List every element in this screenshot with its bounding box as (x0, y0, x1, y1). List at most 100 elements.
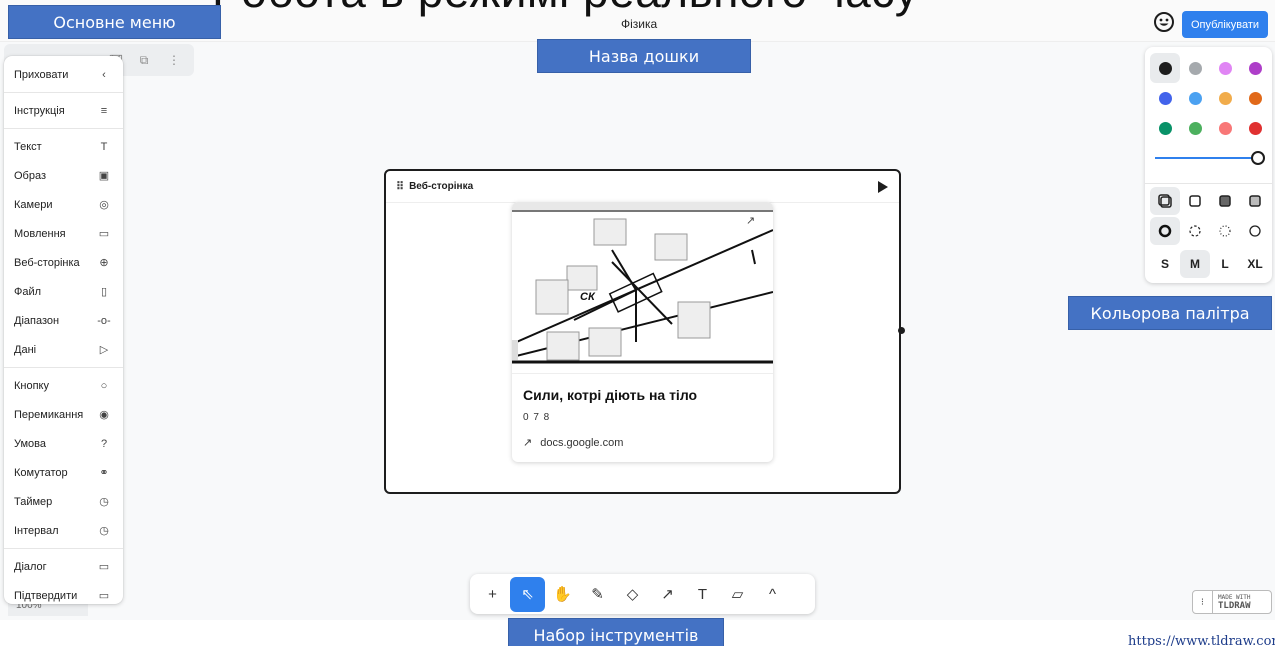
menu-item[interactable]: Умова? (4, 429, 123, 458)
hand-tool-icon[interactable]: ✋ (545, 577, 580, 612)
menu-item-label: Мовлення (14, 227, 66, 240)
color-swatch[interactable] (1210, 83, 1240, 113)
more-icon[interactable]: ⋮ (166, 53, 182, 67)
tldraw-label: TLDRAW (1218, 601, 1251, 611)
note-tool-icon[interactable]: ▱ (720, 577, 755, 612)
color-swatch[interactable] (1240, 83, 1270, 113)
open-external-icon[interactable]: ↗ (746, 214, 755, 227)
menu-item[interactable]: Приховати ‹ (4, 60, 123, 89)
menu-item[interactable]: Перемикання ◉ (4, 400, 123, 429)
list-icon: ≡ (100, 104, 108, 117)
menu-item[interactable]: Підтвердити ▭ (4, 581, 123, 610)
draw-tool-icon[interactable]: ✎ (580, 577, 615, 612)
color-dot (1158, 91, 1172, 105)
color-swatch[interactable] (1210, 113, 1240, 143)
color-swatch[interactable] (1210, 53, 1240, 83)
callout-color-palette: Кольорова палітра (1068, 296, 1272, 330)
size-option-s[interactable]: S (1150, 250, 1180, 278)
size-option-xl[interactable]: XL (1240, 250, 1270, 278)
callout-main-menu: Основне меню (8, 5, 221, 39)
color-swatch[interactable] (1240, 113, 1270, 143)
menu-item[interactable]: Образ ▣ (4, 161, 123, 190)
color-dot (1188, 91, 1202, 105)
board-title[interactable]: Фізика (621, 17, 657, 31)
dialog-icon: ▭ (98, 561, 110, 573)
text-tool-icon[interactable]: T (685, 577, 720, 612)
dash-options (1150, 217, 1270, 245)
made-with-tldraw-badge[interactable]: ⁝ MADE WITH TLDRAW (1192, 590, 1272, 614)
publish-button[interactable]: Опублікувати (1182, 11, 1268, 38)
fill-pattern-icon[interactable] (1240, 187, 1270, 215)
menu-divider (4, 548, 123, 549)
color-swatch[interactable] (1150, 53, 1180, 83)
fill-semi-icon[interactable] (1180, 187, 1210, 215)
link-preview-card[interactable]: СК ↗ Сили, котрі діють на тіло 0 7 8 ↗ d… (512, 202, 773, 462)
dash-dotted-icon[interactable] (1210, 217, 1240, 245)
smile-icon[interactable] (1153, 11, 1175, 33)
dash-dashed-icon[interactable] (1180, 217, 1210, 245)
color-dot (1188, 61, 1202, 75)
duplicate-icon[interactable]: ⧉ (136, 53, 152, 68)
menu-item[interactable]: Діалог ▭ (4, 552, 123, 581)
color-swatch[interactable] (1180, 113, 1210, 143)
card-link[interactable]: ↗ docs.google.com (523, 436, 623, 450)
resize-handle[interactable] (898, 327, 905, 334)
menu-item-label: Діапазон (14, 314, 60, 327)
color-swatch[interactable] (1240, 53, 1270, 83)
size-option-m[interactable]: M (1180, 250, 1210, 278)
menu-item-label: Кнопку (14, 379, 49, 392)
color-dot (1188, 121, 1202, 135)
drag-handle-icon[interactable]: ⠿ (396, 180, 404, 193)
dialog-icon: ▭ (98, 590, 110, 602)
frame-header[interactable]: ⠿ Веб-сторінка (386, 171, 899, 203)
slider-knob[interactable] (1251, 151, 1265, 165)
dash-solid-icon[interactable] (1240, 217, 1270, 245)
eraser-tool-icon[interactable]: ◇ (615, 577, 650, 612)
menu-item[interactable]: Таймер ◷ (4, 487, 123, 516)
menu-item-label: Файл (14, 285, 42, 298)
opacity-slider[interactable] (1155, 150, 1265, 166)
menu-item-label: Камери (14, 198, 53, 211)
size-option-l[interactable]: L (1210, 250, 1240, 278)
menu-item[interactable]: Файл ▯ (4, 277, 123, 306)
dash-draw-icon[interactable] (1150, 217, 1180, 245)
card-link-text[interactable]: docs.google.com (540, 437, 623, 449)
menu-item[interactable]: Інструкція ≡ (4, 96, 123, 125)
tool-toolbar: + ⇖ ✋ ✎ ◇ ↗ T ▱ ^ (470, 574, 815, 614)
fill-none-icon[interactable] (1150, 187, 1180, 215)
color-swatch[interactable] (1180, 53, 1210, 83)
fill-solid-icon[interactable] (1210, 187, 1240, 215)
tldraw-url[interactable]: https://www.tldraw.com/ (1128, 634, 1275, 646)
menu-item[interactable]: Мовлення ▭ (4, 219, 123, 248)
select-tool-icon[interactable]: ⇖ (510, 576, 545, 612)
color-dot (1158, 61, 1172, 75)
menu-divider (4, 367, 123, 368)
slider-track (1155, 157, 1255, 159)
menu-item-label: Інтервал (14, 524, 59, 537)
color-dot (1158, 121, 1172, 135)
color-swatch[interactable] (1150, 113, 1180, 143)
external-link-icon: ↗ (523, 437, 533, 449)
frame-title: Веб-сторінка (409, 181, 474, 192)
play-icon[interactable] (877, 180, 889, 198)
slide-heading: Робота в режимі реального часу (212, 0, 918, 18)
menu-item[interactable]: Діапазон -o- (4, 306, 123, 335)
arrow-tool-icon[interactable]: ↗ (650, 577, 685, 612)
menu-item-label: Веб-сторінка (14, 256, 80, 269)
menu-item-label: Умова (14, 437, 47, 450)
menu-item[interactable]: Веб-сторінка ⊕ (4, 248, 123, 277)
menu-item[interactable]: Інтервал ◷ (4, 516, 123, 545)
more-tool-icon[interactable]: ^ (755, 577, 790, 612)
menu-item[interactable]: Кнопку ○ (4, 371, 123, 400)
menu-item[interactable]: Камери ◎ (4, 190, 123, 219)
menu-item-label: Комутатор (14, 466, 68, 479)
menu-item[interactable]: Текст T (4, 132, 123, 161)
color-swatch[interactable] (1180, 83, 1210, 113)
image-icon: ▣ (98, 170, 110, 182)
color-swatch[interactable] (1150, 83, 1180, 113)
menu-item[interactable]: Дані ▷ (4, 335, 123, 364)
callout-board-name: Назва дошки (537, 39, 751, 73)
add-tool-icon[interactable]: + (475, 577, 510, 612)
menu-item[interactable]: Комутатор ⚭ (4, 458, 123, 487)
menu-item-label: Перемикання (14, 408, 84, 421)
